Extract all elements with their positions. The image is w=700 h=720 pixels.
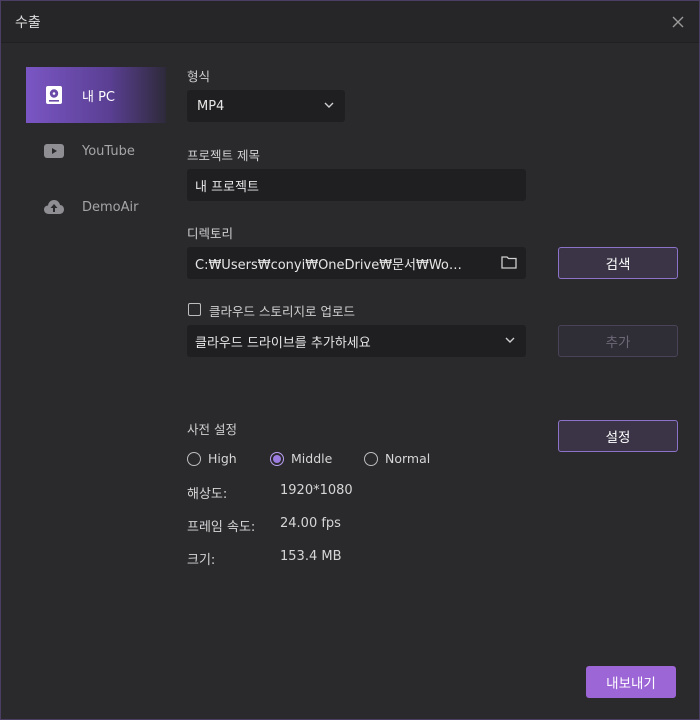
sidebar-item-youtube[interactable]: YouTube: [26, 123, 166, 179]
sidebar-item-label: DemoAir: [82, 199, 139, 215]
chevron-down-icon: [323, 99, 335, 115]
cloud-upload-label: 클라우드 스토리지로 업로드: [209, 304, 355, 319]
cloud-upload-checkbox[interactable]: [188, 303, 201, 316]
add-cloud-button[interactable]: 추가: [558, 325, 678, 357]
export-dialog: 수출 내 PC YouTube DemoAir 형식 MP4 프로젝트 제목 내…: [0, 0, 700, 720]
preset-option-label: Normal: [385, 451, 431, 466]
sidebar-item-demoair[interactable]: DemoAir: [26, 179, 166, 235]
format-select[interactable]: MP4: [187, 90, 345, 122]
hard-drive-icon: [42, 83, 66, 107]
cloud-drive-select[interactable]: 클라우드 드라이브를 추가하세요: [187, 325, 526, 357]
preset-radio-middle[interactable]: [270, 452, 284, 466]
preset-option-label: Middle: [291, 451, 333, 466]
export-button[interactable]: 내보내기: [586, 666, 676, 698]
preset-radio-high[interactable]: [187, 452, 201, 466]
size-value: 153.4 MB: [280, 549, 342, 564]
project-title-label: 프로젝트 제목: [187, 148, 260, 163]
resolution-value: 1920*1080: [280, 483, 353, 498]
directory-label: 디렉토리: [187, 226, 234, 241]
browse-button[interactable]: 검색: [558, 247, 678, 279]
format-label: 형식: [187, 69, 211, 84]
sidebar-item-label: 내 PC: [82, 89, 116, 105]
format-value: MP4: [197, 98, 225, 114]
framerate-label: 프레임 속도:: [187, 520, 256, 535]
preset-label: 사전 설정: [187, 422, 237, 437]
preset-radio-normal[interactable]: [364, 452, 378, 466]
cloud-upload-icon: [42, 195, 66, 219]
chevron-down-icon: [504, 334, 516, 350]
sidebar: 내 PC YouTube DemoAir: [26, 67, 166, 235]
project-title-value: 내 프로젝트: [195, 179, 259, 195]
resolution-label: 해상도:: [187, 487, 228, 502]
preset-option-label: High: [208, 451, 237, 466]
settings-button[interactable]: 설정: [558, 420, 678, 452]
cloud-drive-placeholder: 클라우드 드라이브를 추가하세요: [195, 335, 371, 351]
directory-path: C:₩Users₩conyi₩OneDrive₩문서₩Wo…: [195, 257, 462, 273]
youtube-icon: [42, 139, 66, 163]
folder-icon[interactable]: [501, 255, 517, 273]
sidebar-item-my-pc[interactable]: 내 PC: [26, 67, 166, 123]
dialog-title: 수출: [15, 15, 41, 31]
size-label: 크기:: [187, 553, 216, 568]
framerate-value: 24.00 fps: [280, 516, 341, 531]
title-bar: 수출: [1, 1, 699, 43]
directory-input[interactable]: C:₩Users₩conyi₩OneDrive₩문서₩Wo…: [187, 247, 526, 279]
project-title-input[interactable]: 내 프로젝트: [187, 169, 526, 201]
close-icon[interactable]: [669, 13, 687, 31]
sidebar-item-label: YouTube: [82, 143, 135, 159]
